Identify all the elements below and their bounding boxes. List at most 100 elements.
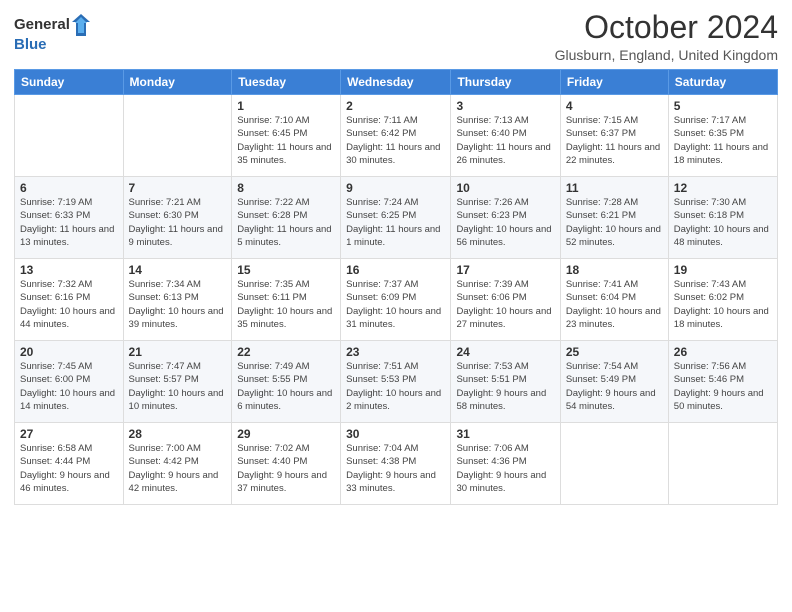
logo-blue: Blue — [14, 36, 47, 53]
calendar-cell: 18Sunrise: 7:41 AMSunset: 6:04 PMDayligh… — [560, 259, 668, 341]
calendar-cell: 25Sunrise: 7:54 AMSunset: 5:49 PMDayligh… — [560, 341, 668, 423]
day-info: Sunrise: 7:45 AMSunset: 6:00 PMDaylight:… — [20, 360, 118, 413]
weekday-tuesday: Tuesday — [232, 70, 341, 95]
sunset-text: Sunset: 6:28 PM — [237, 209, 335, 222]
sunrise-text: Sunrise: 7:41 AM — [566, 278, 663, 291]
day-number: 28 — [129, 427, 227, 441]
calendar-cell: 13Sunrise: 7:32 AMSunset: 6:16 PMDayligh… — [15, 259, 124, 341]
calendar-cell: 30Sunrise: 7:04 AMSunset: 4:38 PMDayligh… — [341, 423, 451, 505]
sunset-text: Sunset: 5:46 PM — [674, 373, 772, 386]
sunrise-text: Sunrise: 7:39 AM — [456, 278, 554, 291]
sunset-text: Sunset: 6:25 PM — [346, 209, 445, 222]
sunrise-text: Sunrise: 7:06 AM — [456, 442, 554, 455]
sunrise-text: Sunrise: 7:28 AM — [566, 196, 663, 209]
logo-icon — [72, 14, 90, 36]
calendar-cell: 21Sunrise: 7:47 AMSunset: 5:57 PMDayligh… — [123, 341, 232, 423]
daylight-text: Daylight: 11 hours and 35 minutes. — [237, 141, 335, 168]
day-info: Sunrise: 7:34 AMSunset: 6:13 PMDaylight:… — [129, 278, 227, 331]
week-row-2: 13Sunrise: 7:32 AMSunset: 6:16 PMDayligh… — [15, 259, 778, 341]
day-number: 23 — [346, 345, 445, 359]
day-number: 7 — [129, 181, 227, 195]
calendar-cell: 24Sunrise: 7:53 AMSunset: 5:51 PMDayligh… — [451, 341, 560, 423]
daylight-text: Daylight: 9 hours and 42 minutes. — [129, 469, 227, 496]
daylight-text: Daylight: 9 hours and 46 minutes. — [20, 469, 118, 496]
daylight-text: Daylight: 11 hours and 30 minutes. — [346, 141, 445, 168]
calendar-cell: 22Sunrise: 7:49 AMSunset: 5:55 PMDayligh… — [232, 341, 341, 423]
day-info: Sunrise: 7:15 AMSunset: 6:37 PMDaylight:… — [566, 114, 663, 167]
sunrise-text: Sunrise: 7:30 AM — [674, 196, 772, 209]
sunrise-text: Sunrise: 7:34 AM — [129, 278, 227, 291]
sunrise-text: Sunrise: 7:15 AM — [566, 114, 663, 127]
day-number: 13 — [20, 263, 118, 277]
page: General Blue October 2024 Glusburn, Engl… — [0, 0, 792, 612]
weekday-thursday: Thursday — [451, 70, 560, 95]
sunset-text: Sunset: 6:30 PM — [129, 209, 227, 222]
day-info: Sunrise: 7:13 AMSunset: 6:40 PMDaylight:… — [456, 114, 554, 167]
calendar-cell: 23Sunrise: 7:51 AMSunset: 5:53 PMDayligh… — [341, 341, 451, 423]
daylight-text: Daylight: 11 hours and 22 minutes. — [566, 141, 663, 168]
sunset-text: Sunset: 6:33 PM — [20, 209, 118, 222]
calendar-table: SundayMondayTuesdayWednesdayThursdayFrid… — [14, 69, 778, 505]
daylight-text: Daylight: 10 hours and 23 minutes. — [566, 305, 663, 332]
day-number: 30 — [346, 427, 445, 441]
daylight-text: Daylight: 9 hours and 50 minutes. — [674, 387, 772, 414]
day-number: 18 — [566, 263, 663, 277]
day-info: Sunrise: 6:58 AMSunset: 4:44 PMDaylight:… — [20, 442, 118, 495]
sunset-text: Sunset: 4:36 PM — [456, 455, 554, 468]
daylight-text: Daylight: 9 hours and 30 minutes. — [456, 469, 554, 496]
daylight-text: Daylight: 10 hours and 48 minutes. — [674, 223, 772, 250]
day-info: Sunrise: 7:30 AMSunset: 6:18 PMDaylight:… — [674, 196, 772, 249]
calendar-cell: 2Sunrise: 7:11 AMSunset: 6:42 PMDaylight… — [341, 95, 451, 177]
sunrise-text: Sunrise: 7:51 AM — [346, 360, 445, 373]
week-row-1: 6Sunrise: 7:19 AMSunset: 6:33 PMDaylight… — [15, 177, 778, 259]
weekday-header-row: SundayMondayTuesdayWednesdayThursdayFrid… — [15, 70, 778, 95]
sunset-text: Sunset: 4:38 PM — [346, 455, 445, 468]
daylight-text: Daylight: 9 hours and 37 minutes. — [237, 469, 335, 496]
day-number: 31 — [456, 427, 554, 441]
sunset-text: Sunset: 6:04 PM — [566, 291, 663, 304]
daylight-text: Daylight: 10 hours and 35 minutes. — [237, 305, 335, 332]
sunrise-text: Sunrise: 7:26 AM — [456, 196, 554, 209]
sunset-text: Sunset: 6:23 PM — [456, 209, 554, 222]
sunrise-text: Sunrise: 7:53 AM — [456, 360, 554, 373]
sunrise-text: Sunrise: 7:43 AM — [674, 278, 772, 291]
daylight-text: Daylight: 10 hours and 27 minutes. — [456, 305, 554, 332]
day-info: Sunrise: 7:51 AMSunset: 5:53 PMDaylight:… — [346, 360, 445, 413]
calendar-cell: 15Sunrise: 7:35 AMSunset: 6:11 PMDayligh… — [232, 259, 341, 341]
calendar-cell: 7Sunrise: 7:21 AMSunset: 6:30 PMDaylight… — [123, 177, 232, 259]
calendar-cell: 4Sunrise: 7:15 AMSunset: 6:37 PMDaylight… — [560, 95, 668, 177]
sunrise-text: Sunrise: 6:58 AM — [20, 442, 118, 455]
day-number: 20 — [20, 345, 118, 359]
day-info: Sunrise: 7:43 AMSunset: 6:02 PMDaylight:… — [674, 278, 772, 331]
weekday-wednesday: Wednesday — [341, 70, 451, 95]
sunset-text: Sunset: 6:13 PM — [129, 291, 227, 304]
day-number: 8 — [237, 181, 335, 195]
weekday-friday: Friday — [560, 70, 668, 95]
day-info: Sunrise: 7:22 AMSunset: 6:28 PMDaylight:… — [237, 196, 335, 249]
day-number: 4 — [566, 99, 663, 113]
sunrise-text: Sunrise: 7:35 AM — [237, 278, 335, 291]
day-number: 6 — [20, 181, 118, 195]
calendar-cell: 19Sunrise: 7:43 AMSunset: 6:02 PMDayligh… — [668, 259, 777, 341]
daylight-text: Daylight: 10 hours and 52 minutes. — [566, 223, 663, 250]
daylight-text: Daylight: 10 hours and 31 minutes. — [346, 305, 445, 332]
sunrise-text: Sunrise: 7:32 AM — [20, 278, 118, 291]
calendar-cell: 27Sunrise: 6:58 AMSunset: 4:44 PMDayligh… — [15, 423, 124, 505]
calendar-cell: 3Sunrise: 7:13 AMSunset: 6:40 PMDaylight… — [451, 95, 560, 177]
daylight-text: Daylight: 9 hours and 54 minutes. — [566, 387, 663, 414]
calendar-cell — [123, 95, 232, 177]
day-number: 24 — [456, 345, 554, 359]
calendar-cell: 11Sunrise: 7:28 AMSunset: 6:21 PMDayligh… — [560, 177, 668, 259]
daylight-text: Daylight: 10 hours and 10 minutes. — [129, 387, 227, 414]
calendar-cell: 10Sunrise: 7:26 AMSunset: 6:23 PMDayligh… — [451, 177, 560, 259]
sunrise-text: Sunrise: 7:56 AM — [674, 360, 772, 373]
day-info: Sunrise: 7:47 AMSunset: 5:57 PMDaylight:… — [129, 360, 227, 413]
sunset-text: Sunset: 6:02 PM — [674, 291, 772, 304]
day-info: Sunrise: 7:39 AMSunset: 6:06 PMDaylight:… — [456, 278, 554, 331]
sunset-text: Sunset: 6:21 PM — [566, 209, 663, 222]
day-info: Sunrise: 7:17 AMSunset: 6:35 PMDaylight:… — [674, 114, 772, 167]
daylight-text: Daylight: 11 hours and 18 minutes. — [674, 141, 772, 168]
sunset-text: Sunset: 4:40 PM — [237, 455, 335, 468]
day-number: 14 — [129, 263, 227, 277]
sunrise-text: Sunrise: 7:47 AM — [129, 360, 227, 373]
